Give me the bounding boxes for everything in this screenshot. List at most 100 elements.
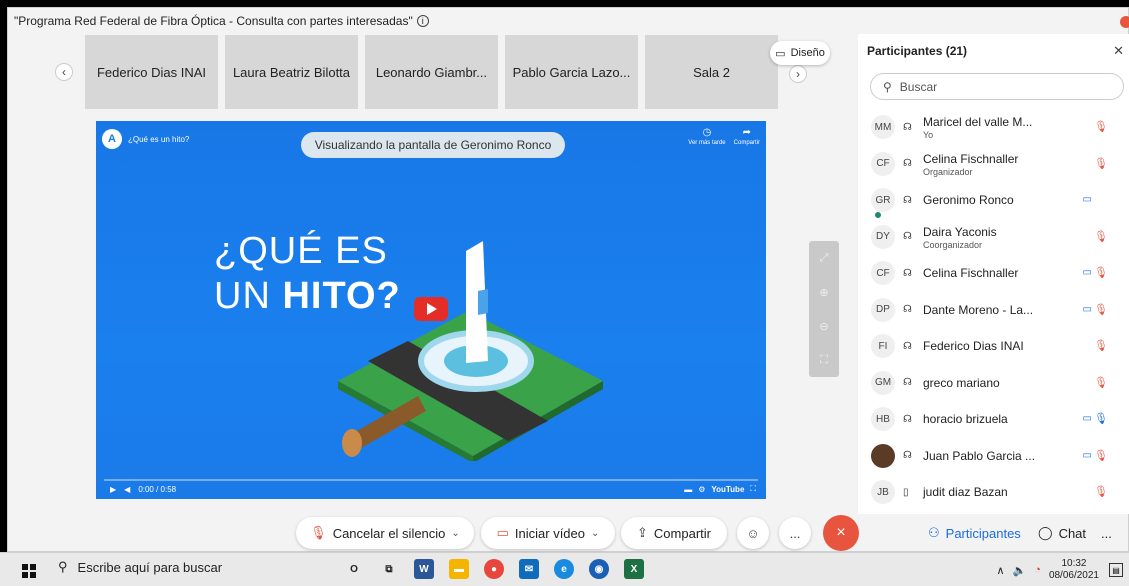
camera-icon[interactable]: ▭ xyxy=(1083,304,1092,315)
volume-icon[interactable]: ◀ xyxy=(124,485,130,494)
edge-icon[interactable]: e xyxy=(554,559,574,579)
leave-meeting-button[interactable]: × xyxy=(823,515,859,551)
chevron-up-icon[interactable]: ∧ xyxy=(997,564,1005,577)
watch-later-button[interactable]: ◷ Ver más tarde xyxy=(688,127,725,146)
panel-more-button[interactable]: ... xyxy=(1101,515,1112,551)
mic-muted-icon[interactable]: 🎙︎ xyxy=(1094,266,1108,279)
share-screen-icon: ⇪ xyxy=(637,525,648,540)
play-icon[interactable]: ▶ xyxy=(110,485,116,494)
participant-name: greco mariano xyxy=(923,375,1000,390)
mic-muted-icon[interactable]: 🎙︎ xyxy=(1094,230,1108,243)
participant-row[interactable]: JB ▯ judit diaz Bazan 🎙︎ xyxy=(858,474,1129,511)
participant-tile[interactable]: Sala 2 xyxy=(645,35,778,109)
participants-tab[interactable]: ⚇ Participantes xyxy=(928,515,1021,551)
mic-on-icon[interactable]: 🎙︎ xyxy=(1094,412,1108,425)
more-label: ... xyxy=(789,525,801,541)
camera-icon[interactable]: ▭ xyxy=(1083,413,1092,424)
chat-tab[interactable]: ◯ Chat xyxy=(1038,515,1086,551)
participant-tile[interactable]: Federico Dias INAI xyxy=(85,35,218,109)
chevron-down-icon[interactable]: ⌄ xyxy=(451,528,459,539)
participant-row[interactable]: HB ☊ horacio brizuela ▭ 🎙︎ xyxy=(858,401,1129,438)
video-title[interactable]: ¿Qué es un hito? xyxy=(128,135,189,144)
viewing-screen-banner[interactable]: Visualizando la pantalla de Geronimo Ron… xyxy=(301,132,565,158)
youtube-brand[interactable]: YouTube xyxy=(711,485,744,494)
participant-row[interactable]: CF ☊ Celina Fischnaller Organizador 🎙︎ xyxy=(858,146,1129,183)
camera-icon[interactable]: ▭ xyxy=(1083,450,1092,461)
participant-row[interactable]: FI ☊ Federico Dias INAI 🎙︎ xyxy=(858,328,1129,365)
mic-muted-icon[interactable]: 🎙︎ xyxy=(1094,376,1108,389)
participant-tile[interactable]: Pablo Garcia Lazo... xyxy=(505,35,638,109)
participant-row[interactable]: GM ☊ greco mariano 🎙︎ xyxy=(858,365,1129,402)
mic-muted-icon[interactable]: 🎙︎ xyxy=(1094,120,1108,133)
task-view-icon[interactable]: ⧉ xyxy=(379,559,399,579)
participant-row[interactable]: DP ☊ Dante Moreno - La... ▭ 🎙︎ xyxy=(858,292,1129,329)
avatar: MM xyxy=(871,115,895,140)
zoom-out-icon[interactable]: ⊖ xyxy=(819,320,828,333)
fullscreen-icon[interactable]: ⛶ xyxy=(750,484,756,494)
video-time: 0:00 / 0:58 xyxy=(138,485,177,494)
cortana-icon[interactable]: O xyxy=(344,559,364,579)
windows-start-icon[interactable] xyxy=(22,564,36,578)
zoom-controls: ⤢ ⊕ ⊖ ⛶ xyxy=(809,241,839,377)
video-progress-bar[interactable] xyxy=(104,479,758,481)
fullscreen-icon[interactable]: ⛶ xyxy=(820,354,828,367)
unmute-button[interactable]: 🎙︎ Cancelar el silencio ⌄ xyxy=(296,517,474,549)
excel-icon[interactable]: X xyxy=(624,559,644,579)
notification-center-icon[interactable]: ▤ xyxy=(1109,563,1123,577)
mic-muted-icon[interactable]: 🎙︎ xyxy=(1094,339,1108,352)
volume-icon[interactable]: 🔈 xyxy=(1013,564,1027,577)
chat-tab-label: Chat xyxy=(1058,525,1087,541)
participant-row[interactable]: MM ☊ Maricel del valle M... Yo 🎙︎ xyxy=(858,109,1129,146)
start-video-button[interactable]: ▭ Iniciar vídeo ⌄ xyxy=(481,517,615,549)
zoom-in-icon[interactable]: ⊕ xyxy=(819,286,828,299)
participant-row[interactable]: DY ☊ Daira Yaconis Coorganizador 🎙︎ xyxy=(858,219,1129,256)
participant-tile[interactable]: Leonardo Giambr... xyxy=(365,35,498,109)
mic-muted-icon[interactable]: 🎙︎ xyxy=(1094,485,1108,498)
youtube-play-icon[interactable] xyxy=(414,297,448,321)
chrome-icon[interactable]: ● xyxy=(484,559,504,579)
camera-icon[interactable]: ▭ xyxy=(1083,267,1092,278)
more-options-button[interactable]: ... xyxy=(779,517,811,549)
camera-icon[interactable]: ▭ xyxy=(1083,194,1092,205)
tile-label: Federico Dias INAI xyxy=(96,64,207,80)
clock[interactable]: 10:32 08/06/2021 xyxy=(1049,558,1099,582)
reactions-button[interactable]: ☺ xyxy=(737,517,769,549)
taskbar-search[interactable]: ⚲ Escribe aquí para buscar xyxy=(58,559,222,575)
word-icon[interactable]: W xyxy=(414,559,434,579)
system-tray: ∧ 🔈 ◔ 10:32 08/06/2021 xyxy=(997,558,1099,582)
mic-muted-icon[interactable]: 🎙︎ xyxy=(1094,157,1108,170)
shared-screen-video[interactable]: A ¿Qué es un hito? ◷ Ver más tarde ➦ Compa… xyxy=(96,121,766,499)
avatar: DY xyxy=(871,224,895,249)
channel-logo-icon[interactable]: A xyxy=(102,129,122,149)
fit-screen-icon[interactable]: ⤢ xyxy=(820,252,829,265)
avatar: HB xyxy=(871,407,895,432)
mail-icon[interactable]: ✉ xyxy=(519,559,539,579)
prev-page-arrow-icon[interactable]: ‹ xyxy=(55,63,73,81)
participant-row[interactable]: CF ☊ Celina Fischnaller ▭ 🎙︎ xyxy=(858,255,1129,292)
participant-name: Federico Dias INAI xyxy=(923,339,1024,353)
participant-row[interactable]: GR ☊ Geronimo Ronco ▭ xyxy=(858,182,1129,219)
file-explorer-icon[interactable]: ▬ xyxy=(449,559,469,579)
participants-icon: ⚇ xyxy=(928,525,940,540)
next-page-arrow-icon[interactable]: › xyxy=(789,65,807,83)
settings-gear-icon[interactable]: ⚙ xyxy=(698,485,705,494)
close-icon[interactable]: ✕ xyxy=(1113,43,1124,59)
participant-role: Coorganizador xyxy=(923,239,983,250)
mic-muted-icon[interactable]: 🎙︎ xyxy=(1094,449,1108,462)
network-icon[interactable]: ◔ xyxy=(1034,564,1041,576)
layout-button[interactable]: ▭ Diseño xyxy=(770,41,830,65)
headset-icon: ☊ xyxy=(903,450,912,462)
captions-icon[interactable]: ▬ xyxy=(684,485,692,494)
participant-search-input[interactable]: ⚲ Buscar xyxy=(870,73,1124,100)
tile-label: Sala 2 xyxy=(693,64,730,80)
participant-row[interactable]: ☊ Juan Pablo Garcia ... ▭ 🎙︎ xyxy=(858,438,1129,475)
share-video-button[interactable]: ➦ Compartir xyxy=(734,127,760,146)
share-button[interactable]: ⇪ Compartir xyxy=(621,517,727,549)
info-icon[interactable]: i xyxy=(416,15,429,27)
chevron-down-icon[interactable]: ⌄ xyxy=(591,528,599,539)
participant-list: MM ☊ Maricel del valle M... Yo 🎙︎ CF ☊ C… xyxy=(858,109,1129,511)
mic-muted-icon[interactable]: 🎙︎ xyxy=(1094,303,1108,316)
participant-tile[interactable]: Laura Beatriz Bilotta xyxy=(225,35,358,109)
webex-icon[interactable]: ◉ xyxy=(589,559,609,579)
clock-icon: ◷ xyxy=(702,127,712,138)
